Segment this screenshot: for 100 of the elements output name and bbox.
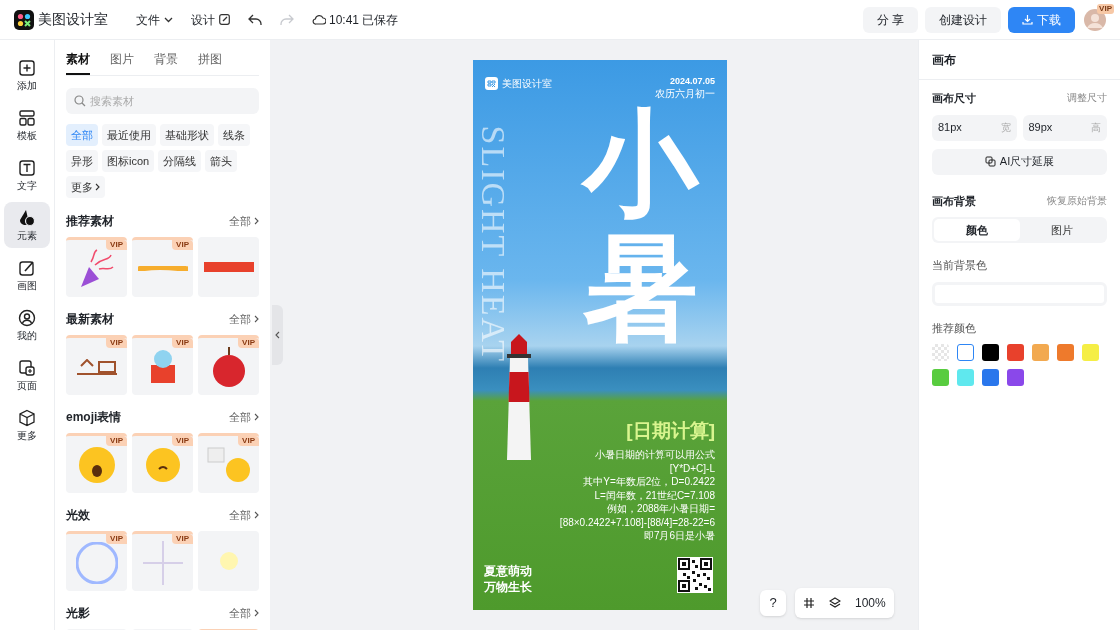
- see-all-link[interactable]: 全部: [229, 212, 259, 230]
- color-swatch[interactable]: [1007, 369, 1024, 386]
- formula-line: 小暑日期的计算可以用公式: [595, 448, 715, 462]
- color-swatch[interactable]: [1032, 344, 1049, 361]
- see-all-link[interactable]: 全部: [229, 506, 259, 524]
- rail-icon: [18, 158, 36, 177]
- poster-date: 2024.07.05: [669, 76, 715, 87]
- asset-thumbnail[interactable]: VIP: [132, 531, 193, 591]
- download-button[interactable]: 下载: [1008, 6, 1075, 33]
- undo-icon[interactable]: [248, 13, 262, 26]
- vip-badge: VIP: [106, 338, 127, 348]
- design-menu[interactable]: 设计: [191, 10, 230, 29]
- ai-resize-button[interactable]: AI尺寸延展: [932, 148, 1107, 175]
- panel-tab[interactable]: 图片: [110, 50, 134, 75]
- rail-item[interactable]: 元素: [4, 202, 50, 248]
- search-icon: [74, 95, 86, 107]
- asset-thumbnail[interactable]: VIP: [66, 531, 127, 591]
- rail-item[interactable]: 更多: [4, 402, 50, 448]
- grid-icon[interactable]: [803, 597, 815, 609]
- vip-badge: VIP: [172, 338, 193, 348]
- color-swatch[interactable]: [1082, 344, 1099, 361]
- vip-badge: VIP: [106, 534, 127, 544]
- color-swatch[interactable]: [932, 369, 949, 386]
- edit-icon: [219, 14, 230, 25]
- toolbar-button[interactable]: 分 享: [862, 6, 918, 33]
- text-link[interactable]: 调整尺寸: [1067, 91, 1107, 106]
- see-all-link[interactable]: 全部: [229, 310, 259, 328]
- color-swatch[interactable]: [1057, 344, 1074, 361]
- resize-icon: [984, 156, 996, 167]
- color-swatch[interactable]: [982, 344, 999, 361]
- panel-tab[interactable]: 拼图: [198, 50, 222, 75]
- segment-tab[interactable]: 图片: [1019, 219, 1105, 241]
- formula-line: [Y*D+C]-L: [669, 461, 715, 475]
- size-field[interactable]: 89px 高: [1022, 114, 1107, 141]
- asset-thumbnail[interactable]: VIP: [132, 237, 193, 297]
- panel-tab[interactable]: 素材: [66, 50, 90, 75]
- filter-chip[interactable]: 最近使用: [102, 124, 156, 146]
- formula-line: [88×0.2422+7.108]-[88/4]=28-22=6: [559, 515, 715, 529]
- filter-chip[interactable]: 分隔线: [158, 150, 202, 172]
- rail-item[interactable]: 画图: [4, 252, 50, 298]
- filter-chip[interactable]: 箭头: [205, 150, 238, 172]
- panel-tab[interactable]: 背景: [154, 50, 178, 75]
- see-all-link[interactable]: 全部: [229, 408, 259, 426]
- search-field[interactable]: 搜索素材: [66, 88, 259, 114]
- size-field[interactable]: 81px 宽: [932, 114, 1017, 141]
- rail-icon: [18, 108, 36, 127]
- filter-chip[interactable]: 图标icon: [102, 150, 155, 172]
- section-title: emoji表情: [66, 409, 122, 426]
- color-swatch[interactable]: [932, 344, 949, 361]
- zoom-level[interactable]: 100%: [855, 594, 886, 612]
- rail-item[interactable]: 页面: [4, 352, 50, 398]
- color-swatch[interactable]: [957, 369, 974, 386]
- formula-line: 例如，2088年小暑日期=: [606, 502, 715, 516]
- file-menu[interactable]: 文件: [136, 10, 173, 29]
- rail-item[interactable]: 模板: [4, 102, 50, 148]
- filter-chip[interactable]: 更多: [66, 176, 105, 198]
- asset-thumbnail[interactable]: VIP: [66, 335, 127, 395]
- segment-tab[interactable]: 颜色: [934, 219, 1020, 241]
- color-swatch[interactable]: [957, 344, 974, 361]
- sticker-drawing: [206, 446, 251, 483]
- asset-thumbnail[interactable]: VIP: [132, 433, 193, 493]
- asset-thumbnail[interactable]: VIP: [66, 237, 127, 297]
- poster-subtitle: [日期计算]: [626, 419, 715, 443]
- sticker-drawing: [149, 349, 176, 384]
- filter-chip[interactable]: 基础形状: [160, 124, 214, 146]
- text-link[interactable]: 恢复原始背景: [1047, 193, 1107, 208]
- help-button[interactable]: ?: [760, 590, 786, 616]
- vip-badge: VIP: [238, 338, 259, 348]
- asset-thumbnail[interactable]: VIP: [132, 335, 193, 395]
- rail-item[interactable]: 添加: [4, 52, 50, 98]
- asset-thumbnail[interactable]: [198, 237, 259, 297]
- vip-badge: VIP: [1097, 3, 1114, 14]
- color-swatch[interactable]: [1007, 344, 1024, 361]
- calligraphy-title: 暑: [583, 225, 698, 350]
- asset-thumbnail[interactable]: VIP: [66, 433, 127, 493]
- filter-chip[interactable]: 线条: [218, 124, 250, 146]
- app-name: 美图设计室: [38, 10, 108, 29]
- toolbar-button[interactable]: 创建设计: [925, 6, 1001, 33]
- filter-chip[interactable]: 异形: [66, 150, 98, 172]
- collapse-handle[interactable]: [272, 305, 283, 365]
- chevron-right-icon: [254, 413, 259, 421]
- sticker-drawing: [211, 345, 246, 388]
- asset-thumbnail[interactable]: VIP: [198, 335, 259, 395]
- panel-title: 画布: [919, 40, 1120, 80]
- layers-icon[interactable]: [829, 597, 841, 609]
- color-swatch[interactable]: [982, 369, 999, 386]
- vip-badge: VIP: [172, 436, 193, 446]
- save-status: 10:41 已保存: [329, 11, 399, 29]
- see-all-link[interactable]: 全部: [229, 604, 259, 622]
- rail-item[interactable]: 文字: [4, 152, 50, 198]
- rail-item[interactable]: 我的: [4, 302, 50, 348]
- formula-line: 其中Y=年数后2位，D=0.2422: [583, 475, 715, 489]
- chevron-right-icon: [254, 217, 259, 225]
- lunar-date: 农历六月初一: [655, 87, 715, 101]
- qr-code-icon: [677, 557, 713, 593]
- asset-thumbnail[interactable]: [198, 531, 259, 591]
- section-title: 最新素材: [66, 311, 114, 328]
- asset-thumbnail[interactable]: VIP: [198, 433, 259, 493]
- app-logo-icon: [14, 9, 34, 30]
- sticker-drawing: [218, 551, 239, 571]
